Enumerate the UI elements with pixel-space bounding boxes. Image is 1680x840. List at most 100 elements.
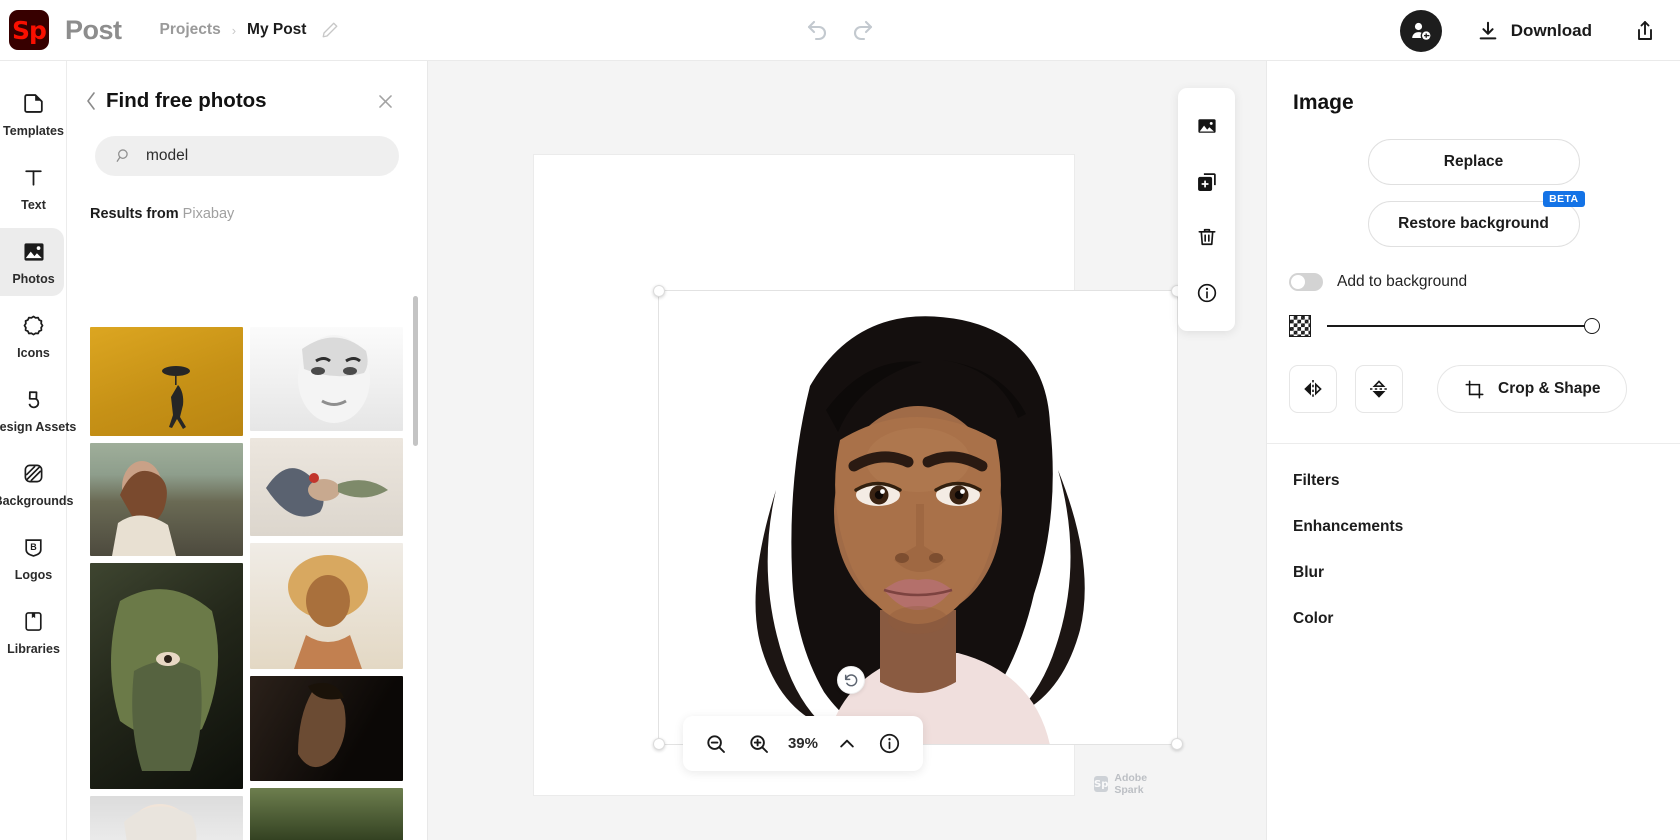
page-title: Image	[1293, 91, 1354, 114]
text-icon	[21, 165, 46, 191]
pencil-icon[interactable]	[321, 21, 339, 39]
sidebar-item-backgrounds[interactable]: Backgrounds	[0, 447, 73, 521]
photo-thumbnail[interactable]	[250, 788, 403, 840]
sidebar-item-libraries[interactable]: Libraries	[0, 595, 67, 669]
search-input[interactable]: model	[95, 136, 399, 176]
photo-thumbnail[interactable]	[90, 327, 243, 436]
header-actions: Download	[1399, 0, 1680, 61]
zoom-out-icon[interactable]	[702, 730, 730, 758]
duplicate-icon[interactable]	[1190, 165, 1224, 199]
app-header: Sp Post Projects › My Post Download	[0, 0, 1680, 61]
backgrounds-icon	[21, 461, 46, 487]
close-icon[interactable]	[376, 92, 403, 111]
logos-icon: B	[21, 535, 46, 561]
section-filters[interactable]: Filters	[1267, 458, 1680, 504]
replace-button[interactable]: Replace	[1367, 139, 1580, 185]
canvas-area[interactable]: Sp Adobe Spark 39%	[428, 61, 1266, 840]
sidebar-item-text[interactable]: Text	[0, 151, 67, 225]
sidebar-item-photos[interactable]: Photos	[0, 225, 67, 299]
photo-grid-column-left	[90, 327, 243, 840]
selected-image[interactable]	[658, 290, 1178, 745]
trash-icon[interactable]	[1190, 220, 1224, 254]
chevron-up-icon[interactable]	[833, 730, 861, 758]
search-icon	[115, 147, 133, 165]
sidebar-item-label: Libraries	[7, 641, 60, 656]
info-icon[interactable]	[876, 730, 904, 758]
sidebar-item-icons[interactable]: Icons	[0, 299, 67, 373]
beta-badge: BETA	[1543, 191, 1585, 207]
download-button[interactable]: Download	[1477, 20, 1592, 42]
watermark-logo: Sp	[1094, 776, 1109, 792]
section-blur[interactable]: Blur	[1267, 550, 1680, 596]
sidebar-item-label: Backgrounds	[0, 493, 74, 508]
breadcrumb-projects-link[interactable]: Projects	[160, 21, 221, 39]
panel-title: Find free photos	[106, 89, 267, 112]
info-icon[interactable]	[1190, 276, 1224, 310]
slider-thumb[interactable]	[1584, 318, 1600, 334]
sidebar-item-label: Templates	[3, 123, 64, 138]
adobe-spark-logo[interactable]: Sp	[9, 10, 49, 50]
section-enhancements[interactable]: Enhancements	[1267, 504, 1680, 550]
sidebar-item-design-assets[interactable]: Design Assets	[0, 373, 76, 447]
chevron-left-icon[interactable]	[77, 91, 106, 111]
image-sections-list: Filters Enhancements Blur Color	[1267, 444, 1680, 642]
sidebar-item-label: Logos	[14, 567, 53, 582]
toggle-knob	[1291, 275, 1305, 289]
find-photos-panel: Find free photos model Results from Pixa…	[67, 61, 428, 840]
opacity-slider[interactable]	[1327, 318, 1600, 334]
sidebar-item-logos[interactable]: B Logos	[0, 521, 67, 595]
sidebar-item-templates[interactable]: Templates	[0, 77, 67, 151]
undo-icon[interactable]	[804, 17, 830, 43]
replace-button-label: Replace	[1443, 153, 1504, 170]
search-wrapper: model	[67, 113, 427, 176]
flip-horizontal-icon[interactable]	[1289, 365, 1337, 413]
crop-and-shape-button[interactable]: Crop & Shape	[1437, 365, 1628, 413]
templates-icon	[21, 91, 46, 117]
zoom-toolbar: 39%	[683, 716, 923, 771]
artboard[interactable]: Sp Adobe Spark	[534, 155, 1183, 796]
photo-thumbnail[interactable]	[90, 796, 243, 840]
panel-header: Find free photos	[67, 61, 427, 113]
sidebar-item-label: Text	[21, 197, 46, 212]
transform-tools-row: Crop & Shape	[1267, 337, 1680, 413]
share-icon[interactable]	[1632, 18, 1658, 44]
app-name-label: Post	[65, 14, 122, 45]
zoom-in-icon[interactable]	[745, 730, 773, 758]
photo-thumbnail[interactable]	[250, 676, 403, 781]
svg-text:B: B	[30, 542, 37, 552]
image-properties-panel: Image Replace Restore background BETA Ad…	[1266, 61, 1680, 840]
image-icon[interactable]	[1190, 109, 1224, 143]
crop-icon	[1464, 379, 1485, 400]
add-to-background-row[interactable]: Add to background	[1267, 247, 1680, 291]
checkerboard-icon	[1289, 315, 1311, 337]
restore-background-button[interactable]: Restore background BETA	[1367, 191, 1585, 247]
photo-thumbnail[interactable]	[250, 327, 403, 431]
breadcrumb-current-title[interactable]: My Post	[247, 21, 306, 39]
photo-thumbnail[interactable]	[90, 563, 243, 789]
redo-icon[interactable]	[850, 17, 876, 43]
flip-vertical-icon[interactable]	[1355, 365, 1403, 413]
panel-scrollbar[interactable]	[413, 296, 418, 446]
opacity-row	[1267, 291, 1680, 337]
sidebar-item-label: Icons	[17, 345, 50, 360]
photo-thumbnail[interactable]	[250, 438, 403, 536]
undo-redo-group	[804, 17, 876, 43]
download-icon	[1477, 20, 1499, 42]
section-color[interactable]: Color	[1267, 596, 1680, 642]
add-to-background-toggle[interactable]	[1289, 273, 1323, 291]
add-person-icon[interactable]	[1399, 9, 1442, 52]
watermark-text: Adobe Spark	[1114, 772, 1148, 796]
crop-and-shape-label: Crop & Shape	[1498, 380, 1601, 397]
photo-thumbnail[interactable]	[250, 543, 403, 669]
sidebar-item-label: Photos	[12, 271, 55, 286]
results-source-label: Results from Pixabay	[67, 176, 427, 232]
photo-thumbnail[interactable]	[90, 443, 243, 556]
reset-rotation-icon[interactable]	[837, 666, 865, 694]
image-action-buttons: Replace Restore background BETA	[1267, 115, 1680, 247]
spark-post-editor: Sp Post Projects › My Post Download Temp…	[0, 0, 1680, 840]
breadcrumb-separator: ›	[231, 22, 237, 38]
add-to-background-label: Add to background	[1337, 273, 1468, 290]
left-rail: Templates Text Photos Icons esign Assets…	[0, 61, 76, 840]
breadcrumb: Projects › My Post	[160, 21, 340, 39]
icons-icon	[21, 313, 46, 339]
